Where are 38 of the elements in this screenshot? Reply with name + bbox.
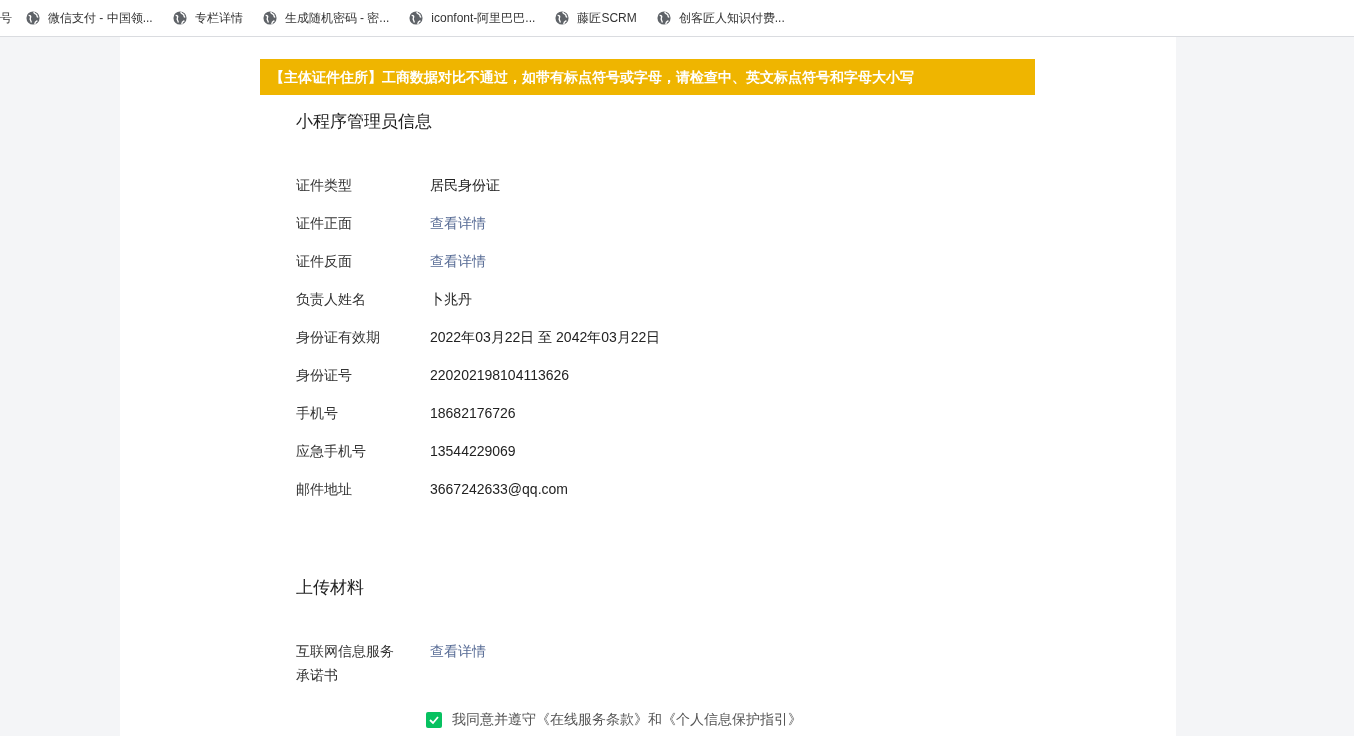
field-label: 负责人姓名	[296, 290, 367, 309]
bookmark-link[interactable]: 藤匠SCRM	[577, 9, 637, 27]
field-value: 居民身份证	[430, 176, 500, 195]
field-label: 证件反面	[296, 252, 353, 271]
field-label: 身份证有效期	[296, 328, 381, 347]
bookmark-link[interactable]: 专栏详情	[194, 9, 243, 27]
globe-icon	[262, 11, 277, 25]
view-details-link[interactable]: 查看详情	[430, 211, 486, 235]
globe-icon	[409, 11, 424, 25]
globe-icon	[26, 11, 40, 25]
field-value: 卜兆丹	[430, 290, 472, 309]
view-details-link[interactable]: 查看详情	[430, 639, 486, 663]
bookmark-link[interactable]: 微信支付 - 中国领...	[48, 9, 153, 27]
globe-icon	[656, 11, 671, 25]
field-label: 邮件地址	[296, 480, 353, 499]
field-label: 互联网信息服务承诺书	[296, 642, 395, 685]
alert-banner: 【主体证件住所】工商数据对比不通过，如带有标点符号或字母，请检查中、英文标点符号和字母大小写	[260, 59, 1035, 95]
field-label: 手机号	[296, 404, 339, 423]
field-label: 身份证号	[296, 366, 353, 385]
field-value: 220202198104113626	[430, 366, 570, 385]
field-value: 13544229069	[430, 442, 516, 461]
field-label: 证件类型	[296, 176, 353, 195]
bookmark-link[interactable]: 生成随机密码 - 密...	[284, 9, 390, 27]
globe-icon	[555, 11, 570, 25]
bookmark-link[interactable]: iconfont-阿里巴巴...	[431, 9, 536, 27]
globe-icon	[172, 11, 187, 25]
agreement-text: 我同意并遵守《在线服务条款》和《个人信息保护指引》	[452, 710, 802, 729]
field-value: 3667242633@qq.com	[430, 480, 568, 499]
bookmark-link[interactable]: 创客匠人知识付费...	[678, 9, 785, 27]
field-label: 应急手机号	[296, 442, 367, 461]
bookmark-link[interactable]: 号	[0, 9, 12, 27]
field-label: 证件正面	[296, 214, 353, 233]
view-details-link[interactable]: 查看详情	[430, 249, 486, 273]
field-value: 18682176726	[430, 404, 516, 423]
checkbox[interactable]	[426, 711, 442, 728]
section-title: 小程序管理员信息	[296, 111, 433, 133]
field-value: 2022年03月22日 至 2042年03月22日	[430, 328, 661, 347]
section-title: 上传材料	[296, 577, 365, 599]
